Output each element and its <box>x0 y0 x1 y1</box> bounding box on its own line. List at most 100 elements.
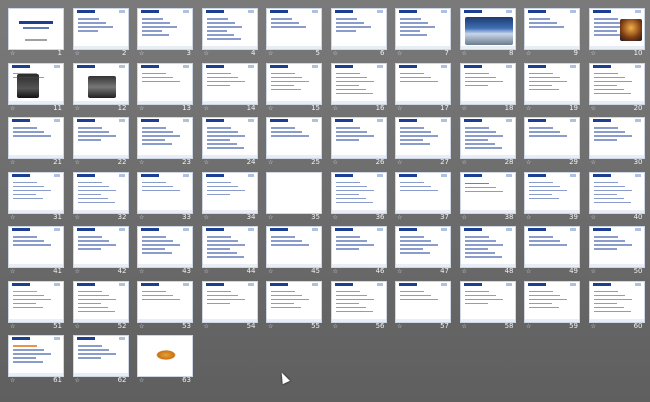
slide-thumbnail-18[interactable]: ☆ 18 <box>459 62 516 113</box>
slide-thumbnail-35[interactable]: ☆ 35 <box>266 171 322 222</box>
slide-number: 61 <box>53 376 62 384</box>
slide-thumbnail-50[interactable]: ☆ 50 <box>588 226 645 276</box>
slide-thumbnail-31[interactable]: ☆ 31 <box>8 171 64 222</box>
slide-thumbnail-12[interactable]: ☆ 12 <box>72 62 129 113</box>
slide-thumbnail-14[interactable]: ☆ 14 <box>201 62 258 113</box>
slide-thumbnail-16[interactable]: ☆ 16 <box>330 62 387 113</box>
slide-thumbnail-15[interactable]: ☆ 15 <box>266 62 322 113</box>
transition-icon: ☆ <box>461 104 467 112</box>
slide-thumbnail-8[interactable]: ☆ 8 <box>459 8 516 58</box>
slide-thumbnail-34[interactable]: ☆ 34 <box>201 171 258 222</box>
slide-thumbnail-7[interactable]: ☆ 7 <box>395 8 451 58</box>
slide-thumbnail-49[interactable]: ☆ 49 <box>524 226 580 276</box>
transition-icon: ☆ <box>397 159 403 166</box>
slide-thumbnail-1[interactable]: ☆ 1 <box>8 8 64 58</box>
slide-thumbnail-51[interactable]: ☆ 51 <box>8 280 64 331</box>
slide-thumbnail-4[interactable]: ☆ 4 <box>201 8 258 58</box>
slide-thumbnail-5[interactable]: ☆ 5 <box>266 8 322 58</box>
transition-icon: ☆ <box>203 322 209 330</box>
slide-thumbnail-28[interactable]: ☆ 28 <box>459 117 516 167</box>
slide-thumbnail-19[interactable]: ☆ 19 <box>524 62 580 113</box>
slide-thumbnail-41[interactable]: ☆ 41 <box>8 226 64 276</box>
slide-number: 52 <box>117 321 127 330</box>
slide-number: 5 <box>315 49 320 57</box>
slide-thumbnail-22[interactable]: ☆ 22 <box>72 117 129 167</box>
slide-preview <box>524 62 580 105</box>
slide-number: 13 <box>182 103 191 112</box>
slide-thumbnail-48[interactable]: ☆ 48 <box>459 226 516 276</box>
slide-thumbnail-61[interactable]: ☆ 61 <box>8 335 64 385</box>
slide-thumbnail-52[interactable]: ☆ 52 <box>72 280 129 331</box>
slide-thumbnail-33[interactable]: ☆ 33 <box>137 171 193 222</box>
slide-thumbnail-38[interactable]: ☆ 38 <box>459 171 516 222</box>
slide-preview <box>72 62 129 105</box>
slide-thumbnail-21[interactable]: ☆ 21 <box>8 117 64 167</box>
slide-thumbnail-25[interactable]: ☆ 25 <box>266 117 322 167</box>
slide-thumbnail-46[interactable]: ☆ 46 <box>330 226 387 276</box>
transition-icon: ☆ <box>526 322 532 330</box>
slide-preview <box>330 117 387 159</box>
slide-number: 37 <box>440 212 449 221</box>
slide-thumbnail-53[interactable]: ☆ 53 <box>137 280 193 331</box>
slide-thumbnail-24[interactable]: ☆ 24 <box>201 117 258 167</box>
transition-icon: ☆ <box>139 377 145 384</box>
slide-number: 10 <box>633 49 643 57</box>
slide-thumbnail-11[interactable]: ☆ 11 <box>8 62 64 113</box>
slide-thumbnail-62[interactable]: ☆ 62 <box>72 335 129 385</box>
slide-thumbnail-27[interactable]: ☆ 27 <box>395 117 451 167</box>
slide-number: 11 <box>53 103 62 112</box>
transition-icon: ☆ <box>10 50 16 57</box>
slide-thumbnail-59[interactable]: ☆ 59 <box>524 280 580 331</box>
slide-thumbnail-54[interactable]: ☆ 54 <box>201 280 258 331</box>
slide-number: 18 <box>504 103 514 112</box>
slide-thumbnail-40[interactable]: ☆ 40 <box>588 171 645 222</box>
transition-icon: ☆ <box>203 159 209 166</box>
slide-thumbnail-10[interactable]: ☆ 10 <box>588 8 645 58</box>
transition-icon: ☆ <box>268 268 274 275</box>
slide-thumbnail-45[interactable]: ☆ 45 <box>266 226 322 276</box>
slide-thumbnail-3[interactable]: ☆ 3 <box>137 8 193 58</box>
slide-thumbnail-39[interactable]: ☆ 39 <box>524 171 580 222</box>
slide-number: 46 <box>375 267 385 275</box>
transition-icon: ☆ <box>461 322 467 330</box>
slide-thumbnail-23[interactable]: ☆ 23 <box>137 117 193 167</box>
slide-thumbnail-30[interactable]: ☆ 30 <box>588 117 645 167</box>
slide-thumbnail-63[interactable]: ☆ 63 <box>137 335 193 385</box>
logo-icon <box>156 350 176 360</box>
slide-thumbnail-37[interactable]: ☆ 37 <box>395 171 451 222</box>
slide-thumbnail-56[interactable]: ☆ 56 <box>330 280 387 331</box>
slide-thumbnail-20[interactable]: ☆ 20 <box>588 62 645 113</box>
slide-preview <box>137 335 193 377</box>
transition-icon: ☆ <box>590 50 596 57</box>
slide-thumbnail-57[interactable]: ☆ 57 <box>395 280 451 331</box>
slide-thumbnail-36[interactable]: ☆ 36 <box>330 171 387 222</box>
slide-number: 47 <box>440 267 449 275</box>
slide-thumbnail-58[interactable]: ☆ 58 <box>459 280 516 331</box>
slide-thumbnail-26[interactable]: ☆ 26 <box>330 117 387 167</box>
slide-preview <box>524 226 580 268</box>
slide-thumbnail-42[interactable]: ☆ 42 <box>72 226 129 276</box>
slide-thumbnail-32[interactable]: ☆ 32 <box>72 171 129 222</box>
slide-thumbnail-43[interactable]: ☆ 43 <box>137 226 193 276</box>
slide-thumbnail-29[interactable]: ☆ 29 <box>524 117 580 167</box>
slide-thumbnail-44[interactable]: ☆ 44 <box>201 226 258 276</box>
slide-preview <box>137 8 193 50</box>
slide-preview <box>201 8 258 50</box>
transition-icon: ☆ <box>74 268 80 275</box>
slide-preview <box>72 171 129 214</box>
slide-preview <box>8 226 64 268</box>
slide-thumbnail-17[interactable]: ☆ 17 <box>395 62 451 113</box>
transition-icon: ☆ <box>139 159 145 166</box>
slide-number: 16 <box>375 103 385 112</box>
slide-thumbnail-60[interactable]: ☆ 60 <box>588 280 645 331</box>
slide-thumbnail-55[interactable]: ☆ 55 <box>266 280 322 331</box>
slide-thumbnail-6[interactable]: ☆ 6 <box>330 8 387 58</box>
slide-thumbnail-2[interactable]: ☆ 2 <box>72 8 129 58</box>
slide-thumbnail-13[interactable]: ☆ 13 <box>137 62 193 113</box>
slide-sorter-pane[interactable]: ☆ 1 ☆ 2 ☆ 3 ☆ 4 ☆ 5 ☆ 6 ☆ 7 ☆ 8 ☆ 9 ☆ 10 ☆ 11 ☆ 12 ☆ 13 ☆ 14 ☆ 15 ☆ 16 ☆… <box>0 0 650 402</box>
slide-preview <box>72 280 129 323</box>
slide-thumbnail-9[interactable]: ☆ 9 <box>524 8 580 58</box>
slide-number: 43 <box>182 267 191 275</box>
slide-number: 15 <box>311 103 320 112</box>
slide-thumbnail-47[interactable]: ☆ 47 <box>395 226 451 276</box>
